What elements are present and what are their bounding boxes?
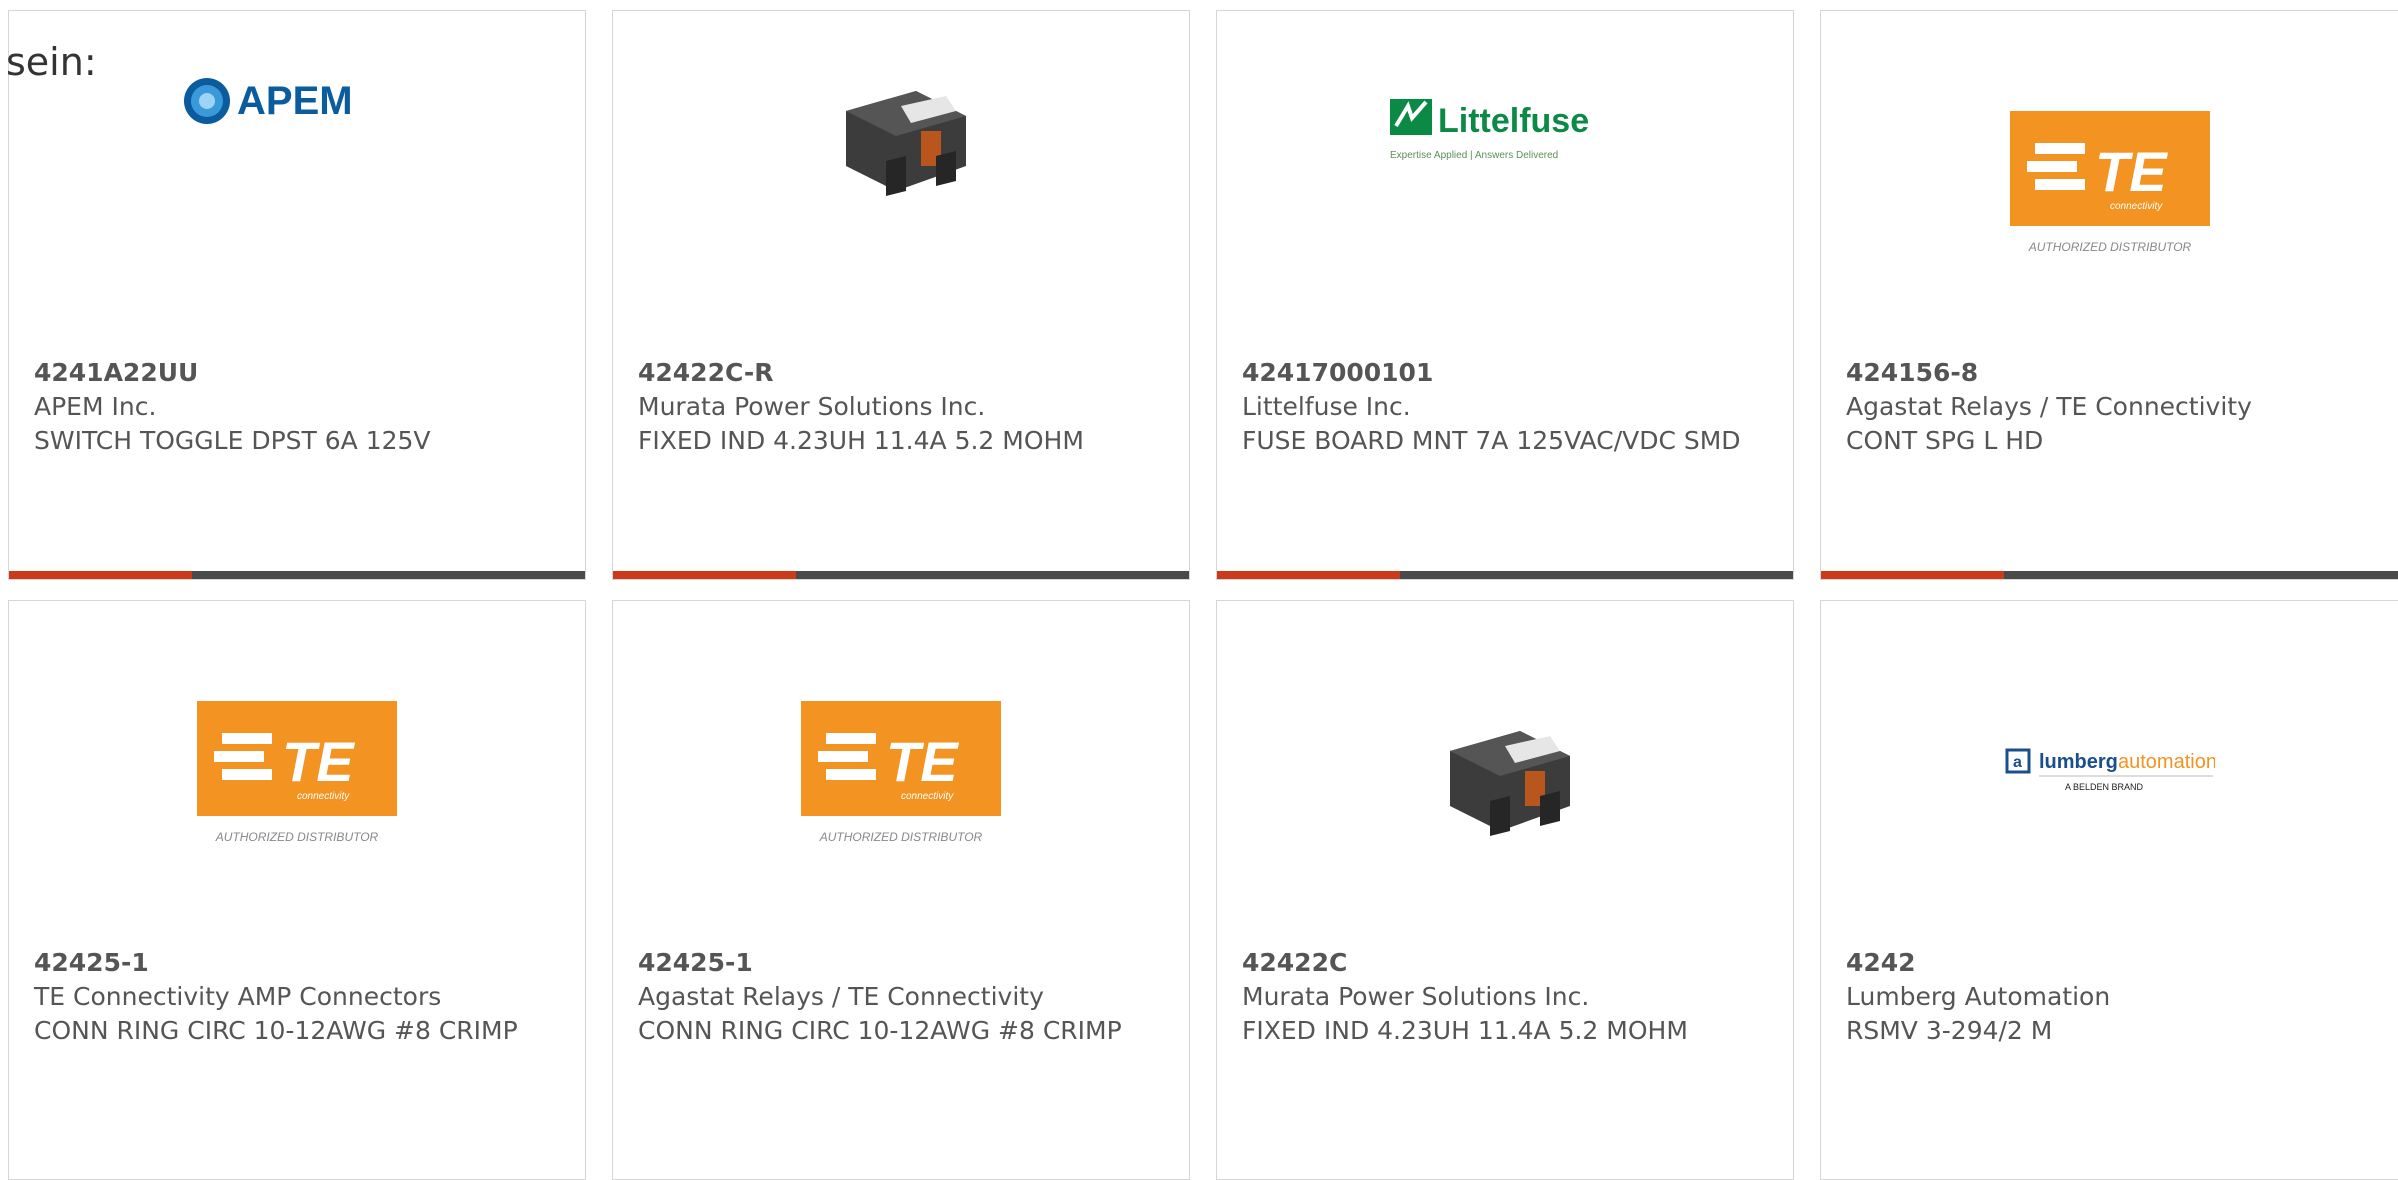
- part-number[interactable]: 4242: [1846, 946, 2379, 980]
- part-number[interactable]: 42422C-R: [638, 356, 1159, 390]
- manufacturer: TE Connectivity AMP Connectors: [34, 982, 442, 1011]
- te-logo-icon: TE connectivity AUTHORIZED DISTRIBUTOR: [801, 701, 1001, 844]
- product-image: [1217, 711, 1793, 901]
- product-card[interactable]: Littelfuse Expertise Applied | Answers D…: [1216, 10, 1794, 580]
- part-number[interactable]: 42422C: [1242, 946, 1763, 980]
- product-image: TE connectivity AUTHORIZED DISTRIBUTOR: [1821, 111, 2398, 301]
- svg-text:connectivity: connectivity: [297, 791, 350, 802]
- part-number[interactable]: 42417000101: [1242, 356, 1763, 390]
- svg-text:A BELDEN BRAND: A BELDEN BRAND: [2065, 782, 2144, 792]
- product-card[interactable]: TE connectivity AUTHORIZED DISTRIBUTOR 4…: [612, 600, 1190, 1180]
- product-image: TE connectivity AUTHORIZED DISTRIBUTOR: [9, 701, 585, 891]
- product-image: [613, 71, 1189, 261]
- svg-text:a: a: [2013, 754, 2022, 771]
- svg-text:Littelfuse: Littelfuse: [1438, 102, 1589, 140]
- svg-text:AUTHORIZED DISTRIBUTOR: AUTHORIZED DISTRIBUTOR: [2028, 240, 2192, 254]
- description: CONT SPG L HD: [1846, 426, 2044, 455]
- manufacturer: Littelfuse Inc.: [1242, 392, 1411, 421]
- te-logo-icon: TE connectivity AUTHORIZED DISTRIBUTOR: [2010, 111, 2210, 254]
- part-number[interactable]: 424156-8: [1846, 356, 2379, 390]
- description: SWITCH TOGGLE DPST 6A 125V: [34, 426, 431, 455]
- description: FIXED IND 4.23UH 11.4A 5.2 MOHM: [638, 426, 1084, 455]
- product-image: a lumberg automation A BELDEN BRAND: [1821, 746, 2398, 936]
- description: FUSE BOARD MNT 7A 125VAC/VDC SMD: [1242, 426, 1741, 455]
- description: RSMV 3-294/2 M: [1846, 1016, 2053, 1045]
- product-image: TE connectivity AUTHORIZED DISTRIBUTOR: [613, 701, 1189, 891]
- svg-text:TE: TE: [2095, 140, 2168, 203]
- card-bar: [1821, 571, 2398, 579]
- manufacturer: Murata Power Solutions Inc.: [638, 392, 986, 421]
- svg-text:Expertise Applied | Answers De: Expertise Applied | Answers Delivered: [1390, 150, 1558, 161]
- svg-text:APEM: APEM: [237, 79, 353, 123]
- product-card[interactable]: TE connectivity AUTHORIZED DISTRIBUTOR 4…: [8, 600, 586, 1180]
- product-card[interactable]: 42422C-R Murata Power Solutions Inc. FIX…: [612, 10, 1190, 580]
- description: CONN RING CIRC 10-12AWG #8 CRIMP: [638, 1016, 1122, 1045]
- littelfuse-logo-icon: Littelfuse Expertise Applied | Answers D…: [1390, 99, 1589, 161]
- svg-text:connectivity: connectivity: [2110, 201, 2163, 212]
- inductor-photo-icon: [846, 91, 966, 196]
- svg-text:TE: TE: [282, 730, 355, 793]
- manufacturer: Agastat Relays / TE Connectivity: [638, 982, 1044, 1011]
- apem-logo-icon: APEM: [184, 78, 353, 124]
- svg-text:connectivity: connectivity: [901, 791, 954, 802]
- card-bar: [9, 571, 585, 579]
- svg-text:AUTHORIZED DISTRIBUTOR: AUTHORIZED DISTRIBUTOR: [819, 830, 983, 844]
- inductor-photo-icon: [1450, 731, 1570, 836]
- part-number[interactable]: 42425-1: [34, 946, 555, 980]
- part-number[interactable]: 42425-1: [638, 946, 1159, 980]
- manufacturer: Lumberg Automation: [1846, 982, 2111, 1011]
- description: CONN RING CIRC 10-12AWG #8 CRIMP: [34, 1016, 518, 1045]
- svg-text:TE: TE: [886, 730, 959, 793]
- card-bar: [1217, 571, 1793, 579]
- product-image: Littelfuse Expertise Applied | Answers D…: [1217, 96, 1793, 286]
- svg-text:AUTHORIZED DISTRIBUTOR: AUTHORIZED DISTRIBUTOR: [215, 830, 379, 844]
- product-card[interactable]: 42422C Murata Power Solutions Inc. FIXED…: [1216, 600, 1794, 1180]
- part-number[interactable]: 4241A22UU: [34, 356, 555, 390]
- product-image: APEM: [9, 71, 585, 261]
- te-logo-icon: TE connectivity AUTHORIZED DISTRIBUTOR: [197, 701, 397, 844]
- svg-text:lumberg: lumberg: [2039, 751, 2118, 773]
- svg-text:automation: automation: [2118, 751, 2215, 773]
- product-card[interactable]: a lumberg automation A BELDEN BRAND 4242…: [1820, 600, 2398, 1180]
- intro-text: sein:: [6, 40, 97, 84]
- description: FIXED IND 4.23UH 11.4A 5.2 MOHM: [1242, 1016, 1688, 1045]
- lumberg-logo-icon: a lumberg automation A BELDEN BRAND: [2005, 748, 2215, 792]
- product-card[interactable]: TE connectivity AUTHORIZED DISTRIBUTOR 4…: [1820, 10, 2398, 580]
- manufacturer: Agastat Relays / TE Connectivity: [1846, 392, 2252, 421]
- product-card[interactable]: APEM 4241A22UU APEM Inc. SWITCH TOGGLE D…: [8, 10, 586, 580]
- manufacturer: Murata Power Solutions Inc.: [1242, 982, 1590, 1011]
- manufacturer: APEM Inc.: [34, 392, 157, 421]
- card-bar: [613, 571, 1189, 579]
